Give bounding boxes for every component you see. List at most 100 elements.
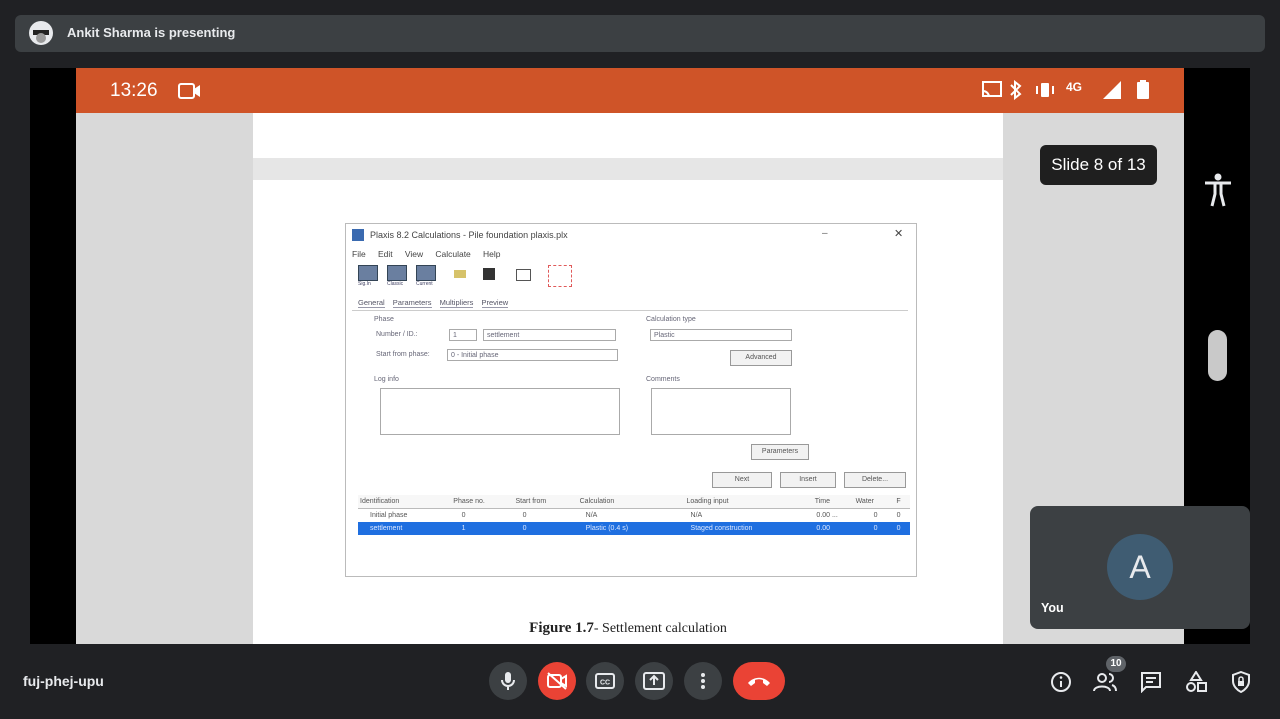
comments-label: Comments [646, 376, 680, 383]
figure-caption: Figure 1.7- Settlement calculation [328, 620, 928, 637]
meeting-info-button[interactable] [1049, 670, 1073, 694]
log-info-box [380, 388, 620, 435]
svg-text:CC: CC [600, 680, 610, 687]
camera-toggle-button[interactable] [538, 662, 576, 700]
toolbar-image-icon [416, 265, 436, 281]
points-icon [548, 265, 572, 287]
bluetooth-icon [1008, 79, 1024, 105]
table-header: Loading input [686, 498, 729, 505]
menu-help: Help [483, 249, 501, 259]
phase-group-label: Phase [374, 316, 394, 323]
delete-button: Delete... [844, 472, 906, 488]
shared-screen: 13:26 4G Plaxis 8.2 Calculations - Pile … [76, 68, 1184, 644]
calc-type-label: Calculation type [646, 316, 696, 323]
presenter-bar: Ankit Sharma is presenting [15, 15, 1265, 52]
toolbar-image-icon [358, 265, 378, 281]
app-tabs: General Parameters Multipliers Preview [358, 298, 514, 308]
microphone-icon [501, 672, 515, 690]
chat-button[interactable] [1139, 670, 1163, 694]
cast-icon [981, 80, 1003, 105]
menu-edit: Edit [377, 249, 393, 259]
self-video-tile[interactable]: A You [1030, 506, 1250, 629]
tab-multipliers: Multipliers [439, 298, 474, 308]
save-icon [483, 268, 495, 280]
page-gap [253, 158, 1003, 180]
people-icon [1093, 673, 1117, 692]
open-folder-icon [454, 270, 466, 278]
closed-captions-icon: CC [595, 673, 615, 689]
start-from-label: Start from phase: [376, 351, 430, 358]
table-header: Identification [360, 498, 400, 505]
table-row-selected: settlement 1 0 Plastic (0.4 s) Staged co… [358, 522, 910, 535]
scrollbar-thumb[interactable] [1208, 330, 1227, 381]
hang-up-icon [748, 677, 770, 686]
close-icon: ✕ [894, 228, 904, 240]
embedded-app-screenshot: Plaxis 8.2 Calculations - Pile foundatio… [345, 223, 917, 577]
calc-type-select: Plastic [650, 329, 792, 341]
participants-button[interactable] [1093, 670, 1117, 694]
device-clock: 13:26 [110, 80, 158, 101]
menu-calculate: Calculate [435, 249, 471, 259]
table-row: Initial phase 0 0 N/A N/A 0.00 ... 0 0 [370, 512, 901, 519]
device-status-bar: 13:26 4G [76, 68, 1184, 113]
present-screen-button[interactable] [635, 662, 673, 700]
figure-caption-text: - Settlement calculation [593, 621, 727, 636]
app-menu-bar: File Edit View Calculate Help [352, 249, 511, 259]
microphone-button[interactable] [489, 662, 527, 700]
shield-lock-icon [1232, 671, 1250, 693]
toolbar-calc-2: Classic [387, 265, 407, 287]
end-call-button[interactable] [733, 662, 785, 700]
info-icon [1051, 672, 1071, 692]
app-logo-icon [352, 229, 364, 241]
table-header: F [896, 498, 901, 505]
phase-number-field: 1 [449, 329, 477, 341]
insert-button: Insert [780, 472, 836, 488]
next-button: Next [712, 472, 772, 488]
network-type-label: 4G [1066, 80, 1083, 94]
figure-caption-label: Figure 1.7 [529, 620, 594, 636]
meeting-code: fuj-phej-upu [23, 673, 104, 689]
participant-count-badge: 10 [1106, 656, 1126, 672]
slide-indicator: Slide 8 of 13 [1040, 145, 1157, 185]
more-options-button[interactable] [684, 662, 722, 700]
log-info-label: Log info [374, 376, 399, 383]
captions-button[interactable]: CC [586, 662, 624, 700]
parameters-button: Parameters [751, 444, 809, 460]
video-camera-icon [178, 82, 202, 105]
camera-off-icon [547, 672, 567, 690]
accessibility-icon[interactable] [1203, 172, 1233, 213]
vibrate-icon [1034, 80, 1056, 105]
table-header: Water [855, 498, 874, 505]
signal-icon [1102, 80, 1122, 105]
phases-table: Identification Phase no. Start from Calc… [358, 495, 910, 535]
menu-file: File [352, 249, 366, 259]
app-window-title: Plaxis 8.2 Calculations - Pile foundatio… [370, 230, 568, 240]
print-icon [516, 269, 531, 281]
tab-parameters: Parameters [392, 298, 432, 308]
table-header: Start from [515, 498, 547, 505]
tab-general: General [358, 298, 385, 308]
start-from-select: 0 - Initial phase [447, 349, 618, 361]
toolbar-calc-3: Current [416, 265, 436, 287]
host-controls-button[interactable] [1229, 670, 1253, 694]
battery-icon [1136, 80, 1150, 105]
table-header: Time [814, 498, 831, 505]
self-name-label: You [1041, 601, 1064, 615]
minimize-icon: – [822, 228, 828, 239]
table-header-row: Identification Phase no. Start from Calc… [358, 495, 910, 509]
document-page: Plaxis 8.2 Calculations - Pile foundatio… [253, 113, 1003, 644]
tab-preview: Preview [481, 298, 509, 308]
more-vert-icon [701, 673, 705, 689]
present-screen-icon [643, 672, 665, 690]
toolbar-image-icon [387, 265, 407, 281]
menu-view: View [404, 249, 424, 259]
activities-icon [1186, 671, 1207, 692]
activities-button[interactable] [1184, 670, 1208, 694]
number-label: Number / ID.: [376, 331, 418, 338]
toolbar-calc-1: Sig.In [358, 265, 378, 287]
advanced-button: Advanced [730, 350, 792, 366]
presenter-avatar [29, 21, 53, 45]
comments-box [651, 388, 791, 435]
table-header: Phase no. [453, 498, 485, 505]
phase-id-field: settlement [483, 329, 616, 341]
